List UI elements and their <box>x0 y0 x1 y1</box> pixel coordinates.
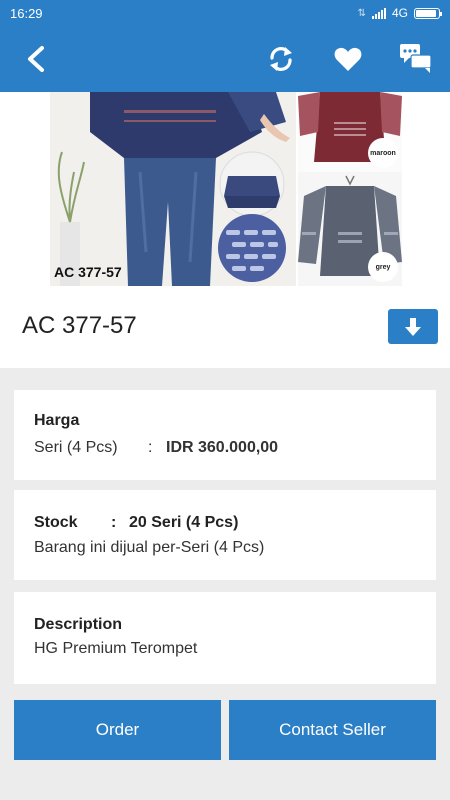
back-button[interactable] <box>8 26 64 92</box>
back-arrow-icon <box>28 46 44 72</box>
battery-icon <box>414 7 442 19</box>
description-label: Description <box>34 616 123 633</box>
status-bar: 16:29 ⇅ 4G <box>0 0 450 26</box>
network-type: 4G <box>391 6 408 20</box>
refresh-icon <box>270 47 292 71</box>
product-image[interactable]: AC 377-57 maroon grey <box>0 92 450 286</box>
stock-colon: : <box>111 514 117 531</box>
price-value: IDR 360.000,00 <box>166 439 279 456</box>
stock-label: Stock <box>34 514 78 531</box>
download-button[interactable] <box>388 309 438 344</box>
no-sim-icon: ⇅ <box>357 7 366 19</box>
signal-icon <box>371 7 386 19</box>
price-label: Harga <box>34 412 80 429</box>
stock-value: 20 Seri (4 Pcs) <box>129 514 239 531</box>
price-unit: Seri (4 Pcs) <box>34 439 118 456</box>
stock-card: Stock : 20 Seri (4 Pcs) Barang ini dijua… <box>14 490 436 580</box>
title-section: AC 377-57 <box>0 286 450 368</box>
order-button[interactable]: Order <box>14 700 221 760</box>
product-title: AC 377-57 <box>22 312 137 339</box>
swatch-label-grey: grey <box>368 252 398 282</box>
stock-note: Barang ini dijual per-Seri (4 Pcs) <box>34 539 265 556</box>
swatch-label-maroon: maroon <box>368 138 398 168</box>
price-colon: : <box>148 439 153 456</box>
status-time: 16:29 <box>10 5 43 21</box>
description-text: HG Premium Terompet <box>34 640 198 657</box>
main-product-photo: AC 377-57 <box>50 92 296 286</box>
app-bar <box>0 26 450 92</box>
contact-seller-button[interactable]: Contact Seller <box>229 700 436 760</box>
chat-button[interactable] <box>388 26 444 92</box>
image-code-label: AC 377-57 <box>54 264 122 280</box>
refresh-button[interactable] <box>253 26 309 92</box>
heart-icon <box>334 47 362 71</box>
download-arrow-icon <box>405 317 421 336</box>
grey-variant-photo: grey <box>298 172 402 286</box>
favorite-button[interactable] <box>320 26 376 92</box>
chat-icon <box>400 44 432 73</box>
price-card: Harga Seri (4 Pcs) : IDR 360.000,00 <box>14 390 436 480</box>
description-card: Description HG Premium Terompet <box>14 592 436 684</box>
maroon-variant-photo: maroon <box>298 92 402 172</box>
status-icons: ⇅ 4G <box>357 6 442 20</box>
